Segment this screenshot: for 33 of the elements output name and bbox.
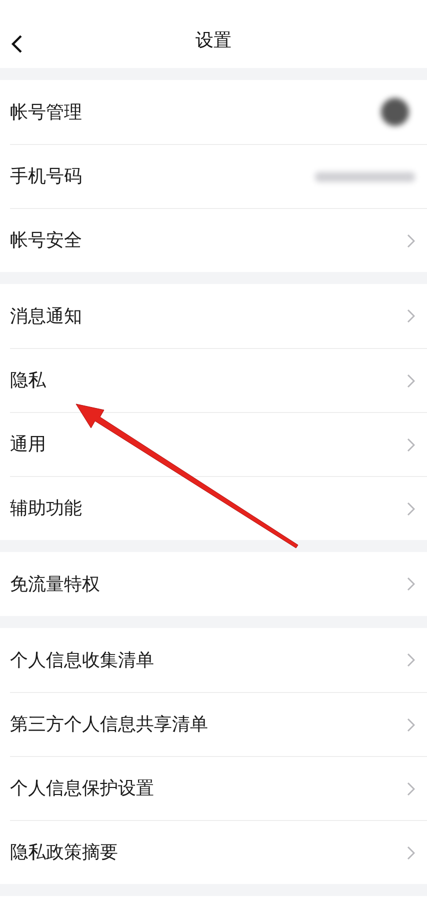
settings-row[interactable]: 个人信息收集清单 <box>10 628 427 692</box>
row-label: 免流量特权 <box>10 572 100 596</box>
chevron-icon <box>407 234 415 248</box>
row-label: 手机号码 <box>10 165 82 189</box>
settings-row[interactable]: 第三方个人信息共享清单 <box>10 692 427 756</box>
row-label: 个人信息收集清单 <box>10 648 154 672</box>
row-label: 个人信息保护设置 <box>10 777 154 801</box>
settings-row[interactable]: 手机号码 <box>10 144 427 208</box>
settings-row[interactable]: 消息通知 <box>10 284 427 348</box>
chevron-icon <box>407 653 415 667</box>
chevron-icon <box>407 846 415 860</box>
chevron-icon <box>407 309 415 323</box>
page-title: 设置 <box>196 28 232 52</box>
chevron-icon <box>407 502 415 516</box>
settings-row[interactable]: 帐号安全 <box>10 208 427 272</box>
row-label: 辅助功能 <box>10 497 82 521</box>
chevron-icon <box>407 782 415 796</box>
settings-row[interactable]: 免流量特权 <box>10 552 427 616</box>
row-label: 隐私政策摘要 <box>10 841 118 865</box>
back-icon[interactable] <box>11 34 23 54</box>
row-label: 消息通知 <box>10 304 82 328</box>
settings-row[interactable]: 个人信息保护设置 <box>10 756 427 820</box>
chevron-icon <box>407 374 415 388</box>
chevron-icon <box>407 577 415 591</box>
row-label: 帐号安全 <box>10 229 82 253</box>
row-label: 帐号管理 <box>10 100 82 124</box>
row-label: 第三方个人信息共享清单 <box>10 713 208 737</box>
chevron-icon <box>407 438 415 452</box>
settings-row[interactable]: 帐号管理 <box>10 80 427 144</box>
row-label: 隐私 <box>10 369 46 393</box>
chevron-icon <box>407 718 415 732</box>
row-label: 通用 <box>10 433 46 457</box>
settings-row[interactable]: 隐私政策摘要 <box>10 820 427 884</box>
